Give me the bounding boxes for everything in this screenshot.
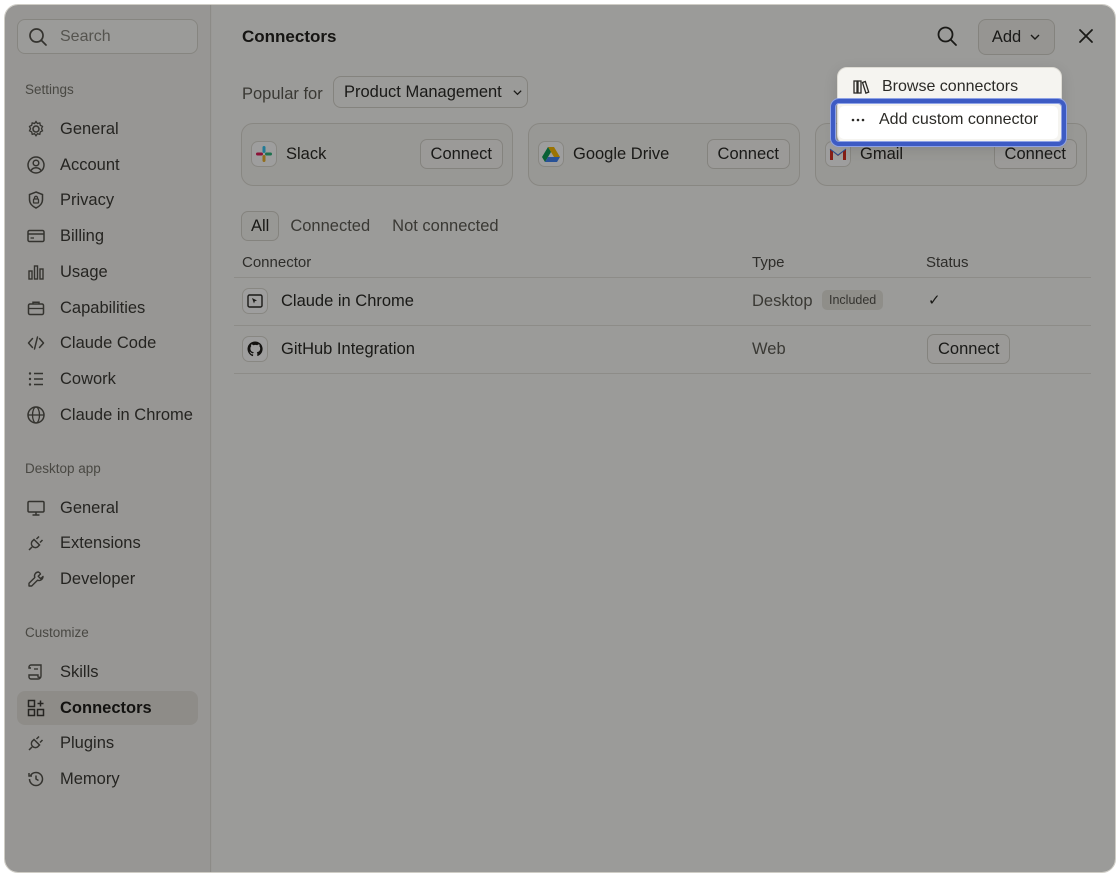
- menu-item-label: Browse connectors: [882, 78, 1019, 95]
- menu-item-browse-connectors[interactable]: Browse connectors: [852, 78, 1018, 96]
- focus-highlight-ring: [831, 99, 1066, 146]
- settings-window: Search Settings General Account Privacy …: [4, 4, 1116, 873]
- books-icon: [853, 80, 870, 94]
